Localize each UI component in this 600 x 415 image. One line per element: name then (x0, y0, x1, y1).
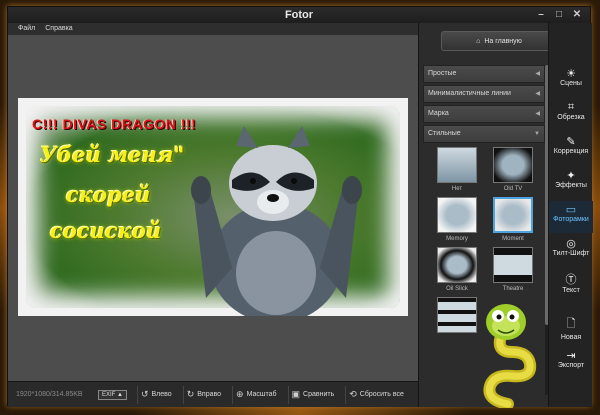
tool-crop[interactable]: ⌗ Обрезка (549, 99, 593, 131)
zoom-button[interactable]: ⊕ Масштаб (232, 385, 280, 404)
rotate-left-icon: ↺ (140, 389, 149, 399)
photo-caption-line-2: скорей (66, 182, 151, 207)
frame-icon: ▭ (565, 204, 577, 216)
rotate-right-icon: ↻ (186, 389, 195, 399)
home-icon: ⌂ (476, 37, 481, 45)
canvas-area: С!!! DIVAS DRAGON !!! Убей меня" скорей … (8, 35, 418, 381)
tool-text[interactable]: Ⓣ Текст (549, 269, 593, 301)
sparkle-icon: ✦ (566, 170, 576, 182)
zoom-icon: ⊕ (236, 389, 244, 399)
category-stamp[interactable]: Марка ◀ (423, 105, 545, 123)
window-title: Fotor (284, 9, 314, 21)
chevron-down-icon: ▼ (534, 131, 540, 137)
tool-new[interactable]: 🗋 Новая (549, 313, 593, 345)
sun-icon: ☀ (566, 68, 576, 80)
photo-caption-red: С!!! DIVAS DRAGON !!! (32, 116, 197, 132)
text-icon: Ⓣ (565, 274, 577, 286)
tool-frames[interactable]: ▭ Фоторамки (549, 201, 593, 233)
photo-caption-line-3: сосиской (50, 218, 162, 243)
tool-sidebar: ☀ Сцены ⌗ Обрезка ✎ Коррекция ✦ Эффекты … (548, 23, 593, 407)
reset-all-button[interactable]: ⟲ Сбросить все (345, 385, 407, 404)
image-dimensions: 1920*1080/314.85KB (16, 391, 83, 398)
brush-icon: ✎ (566, 136, 576, 148)
photo-caption-line-1: Убей меня" (40, 142, 185, 167)
menu-help[interactable]: Справка (45, 23, 72, 35)
menu-bar: Файл Справка (8, 23, 418, 35)
home-button[interactable]: ⌂ На главную (441, 31, 557, 51)
rotate-right-button[interactable]: ↻ Вправо (182, 385, 224, 404)
chevron-left-icon: ◀ (535, 111, 540, 117)
tiltshift-icon: ◎ (566, 238, 576, 250)
tool-effects[interactable]: ✦ Эффекты (549, 167, 593, 199)
chevron-left-icon: ◀ (535, 71, 540, 77)
title-bar: Fotor – □ ✕ (8, 7, 590, 23)
maximize-icon[interactable]: □ (552, 9, 566, 20)
snake-mascot (483, 304, 537, 408)
photo-preview[interactable]: С!!! DIVAS DRAGON !!! Убей меня" скорей … (18, 98, 408, 316)
crop-icon: ⌗ (567, 101, 575, 113)
frame-memory[interactable]: Memory (431, 197, 483, 253)
menu-file[interactable]: Файл (18, 23, 35, 35)
frame-moment[interactable]: Moment (487, 197, 539, 253)
minimize-icon[interactable]: – (534, 9, 548, 20)
compare-button[interactable]: ▣ Сравнить (287, 385, 338, 404)
compare-icon: ▣ (291, 389, 301, 399)
frame-theatre[interactable]: Theatre (487, 247, 539, 303)
frame-oil-slick[interactable]: Oil Slick (431, 247, 483, 303)
tool-tilt-shift[interactable]: ◎ Тилт-Шифт (549, 235, 593, 267)
rotate-left-button[interactable]: ↺ Влево (136, 385, 175, 404)
category-simple[interactable]: Простые ◀ (423, 65, 545, 83)
close-icon[interactable]: ✕ (570, 9, 584, 20)
tool-scenes[interactable]: ☀ Сцены (549, 65, 593, 97)
status-bar: 1920*1080/314.85KB EXIF ▲ ↺ Влево ↻ Впра… (8, 381, 418, 407)
frame-none[interactable]: Нет (431, 147, 483, 203)
tool-adjust[interactable]: ✎ Коррекция (549, 133, 593, 165)
exif-button[interactable]: EXIF ▲ (98, 389, 127, 400)
chevron-left-icon: ◀ (535, 91, 540, 97)
export-icon: ⇥ (566, 350, 576, 362)
category-stylish[interactable]: Стильные ▼ (423, 125, 545, 143)
new-file-icon: 🗋 (566, 318, 576, 330)
reset-icon: ⟲ (349, 389, 357, 399)
category-minimal-lines[interactable]: Минималистичные линии ◀ (423, 85, 545, 103)
frame-old-tv[interactable]: Old TV (487, 147, 539, 203)
tool-export[interactable]: ⇥ Экспорт (549, 347, 593, 379)
frame-film[interactable] (431, 297, 483, 353)
